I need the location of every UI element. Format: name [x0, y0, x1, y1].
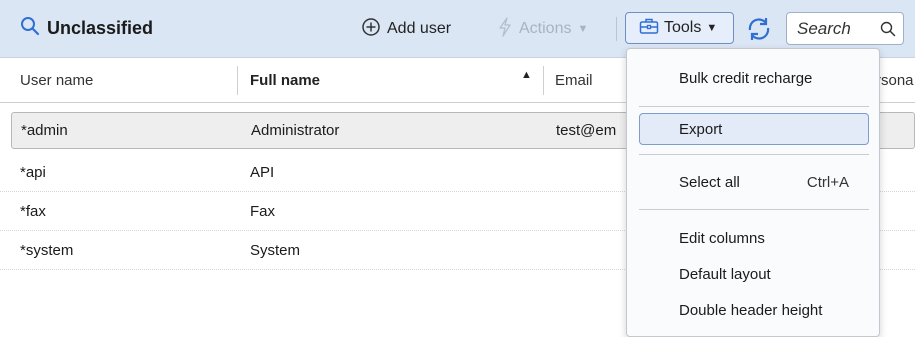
cell-full-name: Administrator: [251, 122, 340, 139]
cell-full-name: API: [250, 164, 275, 181]
menu-item-shortcut: Ctrl+A: [806, 173, 849, 191]
menu-item-label: Double header height: [679, 301, 823, 319]
menu-item-bulk-credit-recharge[interactable]: Bulk credit recharge: [639, 62, 869, 94]
cell-full-name: Fax: [250, 203, 276, 220]
menu-item-select-all[interactable]: Select all Ctrl+A: [639, 166, 869, 198]
menu-item-export[interactable]: Export: [639, 113, 869, 145]
column-header-user-name[interactable]: User name: [20, 72, 93, 89]
cell-full-name: System: [250, 242, 301, 259]
toolbar-divider: [616, 17, 617, 41]
add-user-button[interactable]: Add user: [361, 15, 451, 43]
search-input[interactable]: [797, 18, 877, 39]
column-header-email[interactable]: Email: [555, 72, 593, 89]
tools-label: Tools: [664, 19, 702, 36]
column-header-full-name[interactable]: Full name: [250, 72, 320, 89]
actions-button[interactable]: Actions ▼: [497, 15, 588, 43]
chevron-down-icon: ▼: [577, 23, 589, 35]
view-title: Unclassified: [20, 16, 153, 40]
tools-button[interactable]: Tools ▼: [625, 12, 734, 44]
search-icon: [20, 16, 40, 40]
menu-item-label: Export: [679, 120, 723, 138]
menu-item-label: Select all: [679, 173, 740, 191]
menu-separator: [639, 154, 869, 155]
refresh-icon: [745, 18, 773, 47]
plus-circle-icon: [361, 17, 381, 42]
cell-user-name: *admin: [21, 122, 68, 139]
view-title-label: Unclassified: [47, 17, 154, 38]
menu-item-label: Edit columns: [679, 229, 765, 247]
chevron-down-icon: ▼: [706, 22, 718, 34]
sort-ascending-icon[interactable]: ▲: [521, 69, 532, 81]
search-icon[interactable]: [880, 21, 896, 41]
tools-menu: Bulk credit recharge Export Select all C…: [626, 48, 880, 337]
column-divider[interactable]: [543, 66, 544, 95]
menu-separator: [639, 209, 869, 210]
cell-user-name: *system: [20, 242, 74, 259]
menu-separator: [639, 106, 869, 107]
add-user-label: Add user: [387, 20, 452, 37]
menu-item-default-layout[interactable]: Default layout: [639, 258, 869, 290]
cell-user-name: *fax: [20, 203, 46, 220]
lightning-icon: [497, 16, 513, 42]
actions-label: Actions: [519, 20, 572, 37]
menu-item-label: Bulk credit recharge: [679, 69, 813, 87]
menu-item-label: Default layout: [679, 265, 771, 283]
refresh-button[interactable]: [745, 15, 773, 47]
column-divider[interactable]: [237, 66, 238, 95]
toolbox-icon: [639, 17, 659, 40]
cell-user-name: *api: [20, 164, 46, 181]
search-box[interactable]: [786, 12, 904, 45]
cell-email: test@em: [556, 122, 617, 139]
column-header-personal[interactable]: rsona: [876, 72, 914, 89]
menu-item-double-header-height[interactable]: Double header height: [639, 294, 869, 326]
menu-item-edit-columns[interactable]: Edit columns: [639, 222, 869, 254]
